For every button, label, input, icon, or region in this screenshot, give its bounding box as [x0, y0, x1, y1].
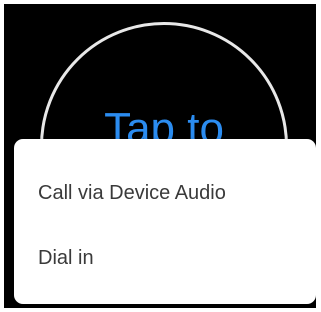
- menu-item-call-via-device-audio[interactable]: Call via Device Audio: [38, 181, 226, 205]
- menu-item-dial-in[interactable]: Dial in: [38, 246, 94, 270]
- audio-options-menu: Call via Device Audio Dial in: [14, 139, 316, 304]
- app-screen: Tap to Call via Device Audio Dial in: [4, 4, 316, 308]
